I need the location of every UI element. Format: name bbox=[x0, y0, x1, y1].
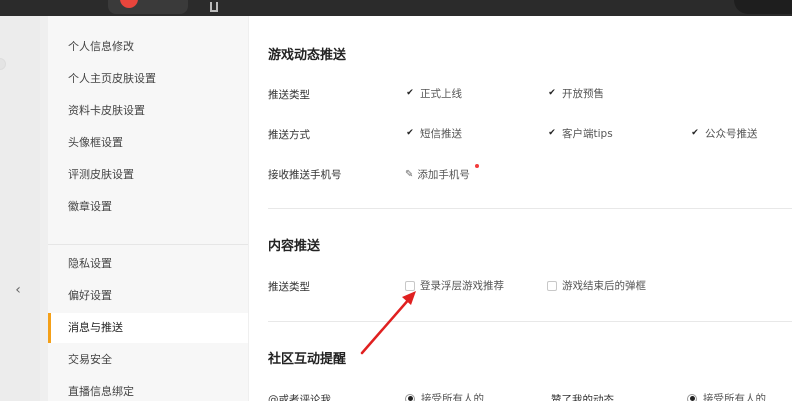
edge-circle-icon bbox=[0, 58, 6, 70]
notification-dot bbox=[475, 164, 479, 168]
section-title-content-push: 内容推送 bbox=[268, 239, 321, 254]
pencil-icon: ✎ bbox=[405, 169, 414, 180]
add-phone-link[interactable]: ✎ 添加手机号 bbox=[405, 167, 470, 182]
option-label: 公众号推送 bbox=[705, 128, 758, 140]
option-label: 接受所有人的 bbox=[421, 393, 484, 401]
collapse-chevron-icon[interactable]: ‹ bbox=[8, 250, 28, 330]
checkbox-checked-icon[interactable]: ✔ bbox=[405, 128, 415, 139]
checkbox-official-launch[interactable]: ✔ 正式上线 bbox=[405, 86, 462, 101]
liked-my-post-label: 赞了我的动态 bbox=[551, 394, 614, 401]
checkbox-checked-icon[interactable]: ✔ bbox=[690, 128, 700, 139]
checkbox-checked-icon[interactable]: ✔ bbox=[547, 88, 557, 99]
sidebar-divider bbox=[48, 244, 248, 245]
checkbox-checked-icon[interactable]: ✔ bbox=[547, 128, 557, 139]
sidebar-item-messages-push[interactable]: 消息与推送 bbox=[48, 313, 248, 343]
sidebar-item-badge[interactable]: 徽章设置 bbox=[48, 192, 248, 222]
title-bar bbox=[0, 0, 792, 16]
window-icon[interactable] bbox=[210, 2, 218, 12]
window-controls[interactable] bbox=[734, 0, 792, 14]
checkbox-sms-push[interactable]: ✔ 短信推送 bbox=[405, 126, 462, 141]
sidebar-item-review-skin[interactable]: 评测皮肤设置 bbox=[48, 160, 248, 190]
checkbox-login-overlay-recommend[interactable]: 登录浮层游戏推荐 bbox=[405, 278, 504, 293]
section-title-game-push: 游戏动态推送 bbox=[268, 48, 347, 63]
sidebar-item-homepage-skin[interactable]: 个人主页皮肤设置 bbox=[48, 64, 248, 94]
option-label: 客户端tips bbox=[562, 128, 613, 140]
option-label: 登录浮层游戏推荐 bbox=[420, 280, 504, 292]
option-label: 接受所有人的 bbox=[703, 393, 766, 401]
section-divider bbox=[268, 208, 792, 209]
sidebar-item-preferences[interactable]: 偏好设置 bbox=[48, 281, 248, 311]
sidebar-item-live-binding[interactable]: 直播信息绑定 bbox=[48, 377, 248, 401]
radio-mention-accept-all[interactable]: 接受所有人的 bbox=[405, 391, 484, 401]
sidebar-item-card-skin[interactable]: 资料卡皮肤设置 bbox=[48, 96, 248, 126]
mention-comment-label: @或者评论我 bbox=[268, 394, 331, 401]
checkbox-unchecked-icon[interactable] bbox=[547, 280, 557, 291]
checkbox-official-account-push[interactable]: ✔ 公众号推送 bbox=[690, 126, 758, 141]
section-divider bbox=[268, 321, 792, 322]
option-label: 正式上线 bbox=[420, 88, 462, 100]
checkbox-client-tips[interactable]: ✔ 客户端tips bbox=[547, 126, 613, 141]
radio-liked-accept-all[interactable]: 接受所有人的 bbox=[687, 391, 766, 401]
receive-phone-label: 接收推送手机号 bbox=[268, 169, 342, 181]
sidebar-item-avatar-frame[interactable]: 头像框设置 bbox=[48, 128, 248, 158]
radio-selected-icon[interactable] bbox=[405, 393, 415, 401]
option-label: 开放预售 bbox=[562, 88, 604, 100]
settings-sidebar: 个人信息修改 个人主页皮肤设置 资料卡皮肤设置 头像框设置 评测皮肤设置 徽章设… bbox=[48, 16, 248, 401]
left-edge-panel bbox=[0, 16, 40, 401]
game-push-method-label: 推送方式 bbox=[268, 129, 310, 141]
section-title-community-reminder: 社区互动提醒 bbox=[268, 352, 347, 367]
checkbox-post-game-popup[interactable]: 游戏结束后的弹框 bbox=[547, 278, 646, 293]
checkbox-open-presale[interactable]: ✔ 开放预售 bbox=[547, 86, 604, 101]
game-push-type-label: 推送类型 bbox=[268, 89, 310, 101]
add-phone-label: 添加手机号 bbox=[417, 169, 470, 181]
sidebar-item-trade-security[interactable]: 交易安全 bbox=[48, 345, 248, 375]
option-label: 游戏结束后的弹框 bbox=[562, 280, 646, 292]
content-push-type-label: 推送类型 bbox=[268, 281, 310, 293]
radio-selected-icon[interactable] bbox=[687, 393, 697, 401]
checkbox-unchecked-icon[interactable] bbox=[405, 280, 415, 291]
sidebar-item-profile-edit[interactable]: 个人信息修改 bbox=[48, 32, 248, 62]
settings-main-panel: 游戏动态推送 推送类型 ✔ 正式上线 ✔ 开放预售 推送方式 ✔ 短信推送 ✔ … bbox=[249, 16, 792, 401]
sidebar-item-privacy[interactable]: 隐私设置 bbox=[48, 249, 248, 279]
option-label: 短信推送 bbox=[420, 128, 462, 140]
checkbox-checked-icon[interactable]: ✔ bbox=[405, 88, 415, 99]
